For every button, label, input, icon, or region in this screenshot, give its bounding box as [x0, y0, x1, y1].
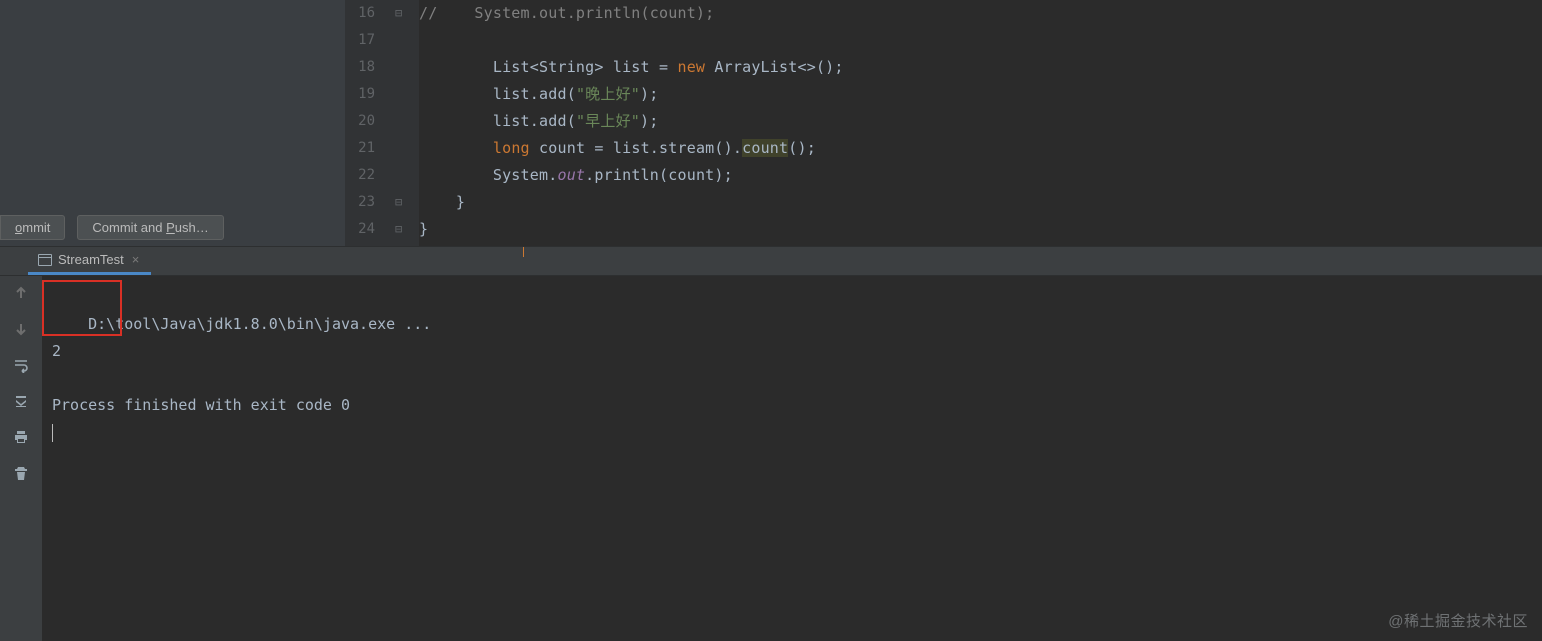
print-icon[interactable] — [12, 428, 30, 446]
code-token: ); — [640, 85, 658, 103]
code-token: long — [493, 139, 530, 157]
fold-marker — [395, 54, 419, 81]
code-line[interactable] — [419, 27, 1542, 54]
code-token: // System.out.println(count); — [419, 4, 714, 22]
line-number: 20 — [345, 108, 387, 135]
commit-and-push-button[interactable]: Commit and Push… — [77, 215, 223, 240]
push-label-pre: Commit and — [92, 220, 166, 235]
fold-marker[interactable]: ⊟ — [395, 189, 419, 216]
fold-marker — [395, 81, 419, 108]
code-token: list.add( — [419, 112, 576, 130]
up-stacktrace-icon[interactable] — [12, 284, 30, 302]
code-line[interactable]: list.add("早上好"); — [419, 108, 1542, 135]
code-line[interactable]: // System.out.println(count); — [419, 0, 1542, 27]
code-token: list.add( — [419, 85, 576, 103]
code-line[interactable]: long count = list.stream().count(); — [419, 135, 1542, 162]
fold-marker — [395, 108, 419, 135]
down-stacktrace-icon[interactable] — [12, 320, 30, 338]
code-line[interactable]: System.out.println(count); — [419, 162, 1542, 189]
console-line-cmd: D:\tool\Java\jdk1.8.0\bin\java.exe ... — [88, 315, 431, 333]
watermark-text: @稀土掘金技术社区 — [1388, 610, 1528, 631]
code-token: out — [557, 166, 585, 184]
code-line[interactable]: List<String> list = new ArrayList<>(); — [419, 54, 1542, 81]
code-token: "早上好" — [576, 112, 640, 130]
commit-button-bar: ommit Commit and Push… — [0, 215, 224, 240]
code-token: .println(count); — [585, 166, 733, 184]
editor-pane: ommit Commit and Push… 16171819202122232… — [0, 0, 1542, 246]
code-token: (); — [788, 139, 816, 157]
close-tab-icon[interactable]: × — [130, 252, 142, 267]
line-number: 22 — [345, 162, 387, 189]
line-number: 16 — [345, 0, 387, 27]
commit-label-post: mmit — [22, 220, 50, 235]
code-token: new — [677, 58, 705, 76]
error-stripe-marker — [523, 247, 524, 257]
code-token: "晚上好" — [576, 85, 640, 103]
code-token: } — [419, 193, 465, 211]
code-token: ArrayList<>(); — [705, 58, 843, 76]
line-number: 18 — [345, 54, 387, 81]
code-token: count — [742, 139, 788, 157]
tab-streamtest[interactable]: StreamTest × — [28, 247, 151, 275]
commit-button[interactable]: ommit — [0, 215, 65, 240]
run-tab-label: StreamTest — [58, 252, 124, 267]
run-tab-bar: StreamTest × — [0, 246, 1542, 276]
code-token: ); — [640, 112, 658, 130]
console-toolbar — [0, 276, 42, 641]
clear-all-icon[interactable] — [12, 464, 30, 482]
fold-marker[interactable]: ⊟ — [395, 0, 419, 27]
code-token — [419, 139, 493, 157]
fold-marker — [395, 27, 419, 54]
line-number: 17 — [345, 27, 387, 54]
commit-sidebar: ommit Commit and Push… — [0, 0, 345, 246]
scroll-to-end-icon[interactable] — [12, 392, 30, 410]
code-line[interactable]: } — [419, 189, 1542, 216]
code-editor[interactable]: 161718192021222324 ⊟ ⊟⊟ // System.out.pr… — [345, 0, 1542, 246]
line-number: 21 — [345, 135, 387, 162]
run-tool-window: D:\tool\Java\jdk1.8.0\bin\java.exe ... 2… — [0, 276, 1542, 641]
console-line-exit: Process finished with exit code 0 — [52, 396, 350, 414]
code-token: List<String> list = — [419, 58, 677, 76]
code-token: System. — [419, 166, 557, 184]
fold-marker — [395, 135, 419, 162]
code-line[interactable]: list.add("晚上好"); — [419, 81, 1542, 108]
fold-marker[interactable]: ⊟ — [395, 216, 419, 243]
code-token: count = list.stream(). — [530, 139, 742, 157]
code-token: } — [419, 220, 428, 238]
push-label-post: ush… — [175, 220, 209, 235]
soft-wrap-icon[interactable] — [12, 356, 30, 374]
line-number: 23 — [345, 189, 387, 216]
line-number: 24 — [345, 216, 387, 243]
code-line[interactable]: } — [419, 216, 1542, 243]
console-caret — [52, 424, 53, 442]
code-content[interactable]: // System.out.println(count); List<Strin… — [419, 0, 1542, 246]
line-number: 19 — [345, 81, 387, 108]
fold-marker — [395, 162, 419, 189]
gutter-line-numbers: 161718192021222324 — [345, 0, 387, 246]
gutter-fold-column[interactable]: ⊟ ⊟⊟ — [387, 0, 419, 246]
push-label-key: P — [166, 220, 175, 235]
console-output[interactable]: D:\tool\Java\jdk1.8.0\bin\java.exe ... 2… — [42, 276, 1542, 641]
console-line-output: 2 — [52, 342, 61, 360]
run-config-icon — [38, 254, 52, 266]
